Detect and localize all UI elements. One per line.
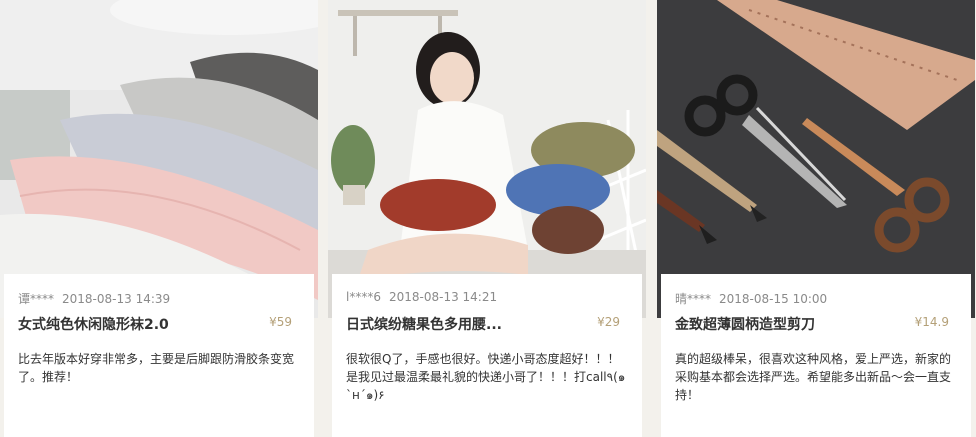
- review-panel: 晴**** 2018-08-15 10:00 金致超薄圆柄造型剪刀 ¥14.9 真…: [661, 274, 971, 437]
- review-date: 2018-08-13 14:39: [62, 292, 171, 306]
- review-text: 真的超级棒呆，很喜欢这种风格，爱上严选，新家的采购基本都会选择严选。希望能多出新…: [675, 352, 952, 402]
- socks-photo: [0, 0, 318, 318]
- pillow-photo: [328, 0, 646, 318]
- review-date: 2018-08-15 10:00: [719, 292, 828, 306]
- product-title[interactable]: 金致超薄圆柄造型剪刀: [675, 314, 895, 334]
- reviewer-name: l****6: [346, 290, 381, 304]
- product-price: ¥59: [269, 315, 292, 329]
- review-carousel: 谭**** 2018-08-13 14:39 女式纯色休闲隐形袜2.0 ¥59 比…: [0, 0, 976, 437]
- review-text: 比去年版本好穿非常多，主要是后脚跟防滑胶条变宽了。推荐！: [18, 352, 295, 384]
- product-title[interactable]: 日式缤纷糖果色多用腰...: [346, 314, 566, 334]
- review-card[interactable]: 谭**** 2018-08-13 14:39 女式纯色休闲隐形袜2.0 ¥59 比…: [0, 0, 318, 437]
- review-card[interactable]: 晴**** 2018-08-15 10:00 金致超薄圆柄造型剪刀 ¥14.9 真…: [657, 0, 975, 437]
- product-price: ¥29: [597, 315, 620, 329]
- scissors-photo: [657, 0, 975, 318]
- product-photo[interactable]: [657, 0, 975, 318]
- product-photo[interactable]: [0, 0, 318, 318]
- review-panel: l****6 2018-08-13 14:21 日式缤纷糖果色多用腰... ¥29…: [332, 274, 642, 437]
- reviewer-name: 晴****: [675, 292, 712, 306]
- review-date: 2018-08-13 14:21: [388, 290, 498, 304]
- product-photo[interactable]: [328, 0, 646, 318]
- review-text: 很软很Q了，手感也很好。快递小哥态度超好！！！是我见过最温柔最礼貌的快递小哥了！…: [346, 352, 626, 402]
- review-meta: l****6 2018-08-13 14:21: [346, 290, 497, 304]
- review-meta: 晴**** 2018-08-15 10:00: [675, 290, 827, 307]
- review-panel: 谭**** 2018-08-13 14:39 女式纯色休闲隐形袜2.0 ¥59 比…: [4, 274, 314, 437]
- review-card[interactable]: l****6 2018-08-13 14:21 日式缤纷糖果色多用腰... ¥29…: [328, 0, 646, 437]
- product-title[interactable]: 女式纯色休闲隐形袜2.0: [18, 314, 238, 334]
- review-meta: 谭**** 2018-08-13 14:39: [18, 290, 170, 307]
- product-price: ¥14.9: [914, 315, 949, 329]
- reviewer-name: 谭****: [18, 292, 55, 306]
